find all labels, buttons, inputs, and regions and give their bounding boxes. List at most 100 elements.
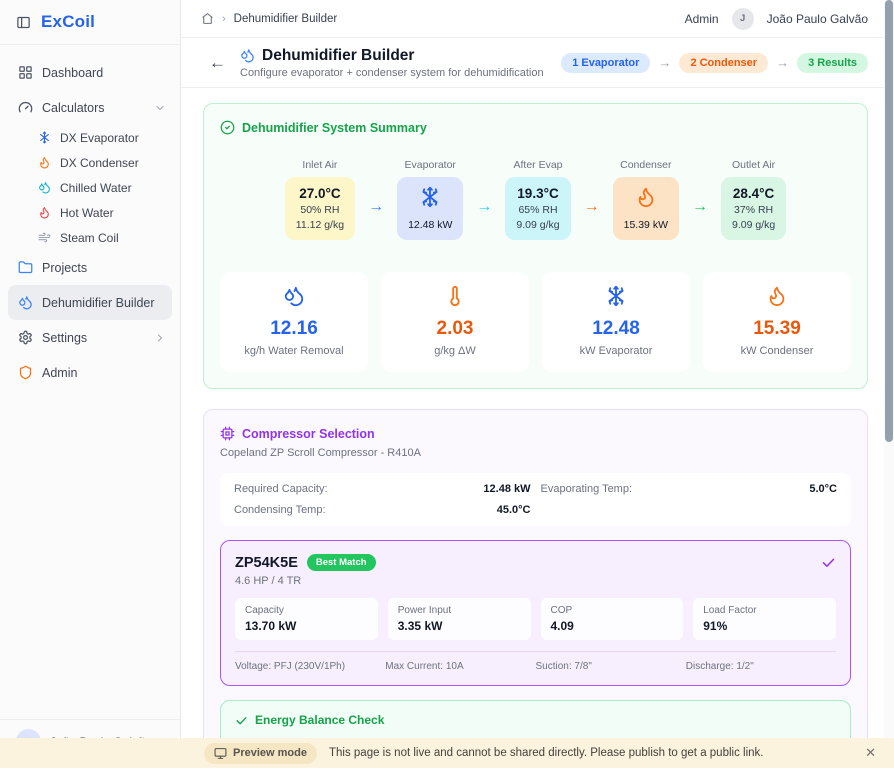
page-content: Dehumidifier System Summary Inlet Air 27… — [181, 88, 894, 768]
stage-rh: 37% RH — [732, 204, 775, 216]
page-header: ← Dehumidifier Builder Configure evapora… — [181, 38, 894, 88]
sidebar-header: ExCoil — [0, 0, 180, 45]
spec-load-factor: Load Factor 91% — [693, 598, 836, 640]
sidebar-item-calculators[interactable]: Calculators — [0, 90, 180, 125]
role-label: Admin — [685, 12, 719, 26]
stage-label: Condenser — [620, 159, 671, 171]
sidebar-item-dx-condenser[interactable]: DX Condenser — [0, 150, 180, 175]
avatar[interactable]: J — [732, 8, 754, 30]
back-button[interactable]: ← — [209, 54, 226, 71]
spec-value: 91% — [703, 619, 826, 633]
droplets-icon — [38, 181, 51, 194]
metric-value: 12.48 — [550, 318, 682, 340]
metric-label: g/kg ΔW — [389, 345, 521, 357]
sidebar-item-hot-water[interactable]: Hot Water — [0, 200, 180, 225]
breadcrumb-current[interactable]: Dehumidifier Builder — [234, 13, 338, 25]
user-name[interactable]: João Paulo Galvão — [767, 12, 868, 26]
sidebar-item-admin[interactable]: Admin — [0, 355, 180, 390]
shield-icon — [18, 365, 33, 380]
process-flow: Inlet Air 27.0°C 50% RH 11.12 g/kg → Eva… — [220, 159, 851, 240]
spec-value: 4.09 — [551, 619, 674, 633]
stage-humidity-ratio: 11.12 g/kg — [296, 219, 344, 231]
detail-discharge: Discharge: 1/2" — [686, 661, 836, 672]
sidebar-item-dashboard[interactable]: Dashboard — [0, 55, 180, 90]
detail-max-current: Max Current: 10A — [385, 661, 535, 672]
sidebar-item-projects[interactable]: Projects — [0, 250, 180, 285]
sidebar-item-label: Calculators — [42, 101, 105, 115]
requirement-value: 12.48 kW — [483, 483, 530, 495]
compressor-subtitle: Copeland ZP Scroll Compressor - R410A — [220, 447, 851, 459]
metric-label: kW Evaporator — [550, 345, 682, 357]
stage-label: After Evap — [514, 159, 563, 171]
page-subtitle: Configure evaporator + condenser system … — [240, 67, 544, 79]
sidebar-item-chilled-water[interactable]: Chilled Water — [0, 175, 180, 200]
flame-icon — [38, 156, 51, 169]
flame-icon — [635, 186, 657, 208]
check-circle-icon — [220, 120, 235, 135]
panel-toggle-icon[interactable] — [16, 15, 31, 30]
app-logo[interactable]: ExCoil — [41, 12, 95, 32]
stage-humidity-ratio: 9.09 g/kg — [516, 219, 559, 231]
thermometer-icon — [444, 285, 466, 307]
stage-label: Evaporator — [405, 159, 456, 171]
dashboard-icon — [18, 65, 33, 80]
arrow-icon: → — [476, 198, 492, 216]
model-rating: 4.6 HP / 4 TR — [235, 575, 836, 587]
compressor-selection-card: Compressor Selection Copeland ZP Scroll … — [203, 409, 868, 768]
stage-inlet-air: Inlet Air 27.0°C 50% RH 11.12 g/kg — [285, 159, 355, 240]
sidebar-item-label: Dashboard — [42, 66, 103, 80]
compressor-model-card[interactable]: ZP54K5E Best Match 4.6 HP / 4 TR Capacit… — [220, 540, 851, 686]
stage-temp: 19.3°C — [516, 186, 559, 201]
requirements-box: Required Capacity: 12.48 kW Evaporating … — [220, 473, 851, 526]
model-specs: Capacity 13.70 kW Power Input 3.35 kW CO… — [235, 598, 836, 640]
detail-voltage: Voltage: PFJ (230V/1Ph) — [235, 661, 385, 672]
stage-condenser: Condenser 15.39 kW — [613, 159, 679, 240]
step-indicator: 1 Evaporator → 2 Condenser → 3 Results — [561, 53, 868, 73]
gear-icon — [18, 330, 33, 345]
preview-mode-pill: Preview mode — [204, 743, 317, 764]
banner-message: This page is not live and cannot be shar… — [329, 747, 859, 759]
spec-cop: COP 4.09 — [541, 598, 684, 640]
cpu-icon — [220, 426, 235, 441]
metric-value: 12.16 — [228, 318, 360, 340]
spec-value: 3.35 kW — [398, 619, 521, 633]
home-icon[interactable] — [201, 12, 214, 25]
requirement-row: Evaporating Temp: 5.0°C — [541, 483, 838, 495]
stage-label: Inlet Air — [302, 159, 337, 171]
step-evaporator[interactable]: 1 Evaporator — [561, 53, 650, 73]
sidebar-item-steam-coil[interactable]: Steam Coil — [0, 225, 180, 250]
sidebar-item-label: Hot Water — [60, 206, 114, 220]
page-title: Dehumidifier Builder — [262, 47, 414, 65]
requirement-row: Required Capacity: 12.48 kW — [234, 483, 531, 495]
close-icon[interactable]: ✕ — [859, 745, 882, 761]
sidebar-item-label: Projects — [42, 261, 87, 275]
spec-label: Capacity — [245, 605, 368, 616]
app-window: ExCoil Dashboard Calculators — [0, 0, 894, 768]
step-results[interactable]: 3 Results — [797, 53, 868, 73]
sidebar-item-dx-evaporator[interactable]: DX Evaporator — [0, 125, 180, 150]
step-condenser[interactable]: 2 Condenser — [679, 53, 768, 73]
scrollbar-track[interactable] — [884, 0, 894, 768]
requirement-value: 45.0°C — [497, 504, 531, 516]
sidebar-item-label: DX Evaporator — [60, 131, 139, 145]
stage-humidity-ratio: 9.09 g/kg — [732, 219, 775, 231]
requirement-label: Evaporating Temp: — [541, 483, 633, 495]
metric-value: 15.39 — [711, 318, 843, 340]
sidebar-item-label: Admin — [42, 366, 77, 380]
preview-banner: Preview mode This page is not live and c… — [0, 738, 894, 768]
metric-label: kg/h Water Removal — [228, 345, 360, 357]
sidebar-item-dehumidifier-builder[interactable]: Dehumidifier Builder — [8, 285, 172, 320]
sidebar-item-label: Settings — [42, 331, 87, 345]
summary-title: Dehumidifier System Summary — [242, 121, 427, 135]
spec-label: Load Factor — [703, 605, 826, 616]
chevron-right-icon — [154, 332, 166, 344]
folder-icon — [18, 260, 33, 275]
system-summary-card: Dehumidifier System Summary Inlet Air 27… — [203, 103, 868, 389]
scrollbar-thumb[interactable] — [885, 0, 893, 442]
main-area: › Dehumidifier Builder Admin J João Paul… — [181, 0, 894, 768]
spec-value: 13.70 kW — [245, 619, 368, 633]
breadcrumb: › Dehumidifier Builder — [201, 12, 337, 25]
metrics-row: 12.16 kg/h Water Removal 2.03 g/kg ΔW — [220, 272, 851, 372]
sidebar-item-settings[interactable]: Settings — [0, 320, 180, 355]
stage-temp: 27.0°C — [296, 186, 344, 201]
